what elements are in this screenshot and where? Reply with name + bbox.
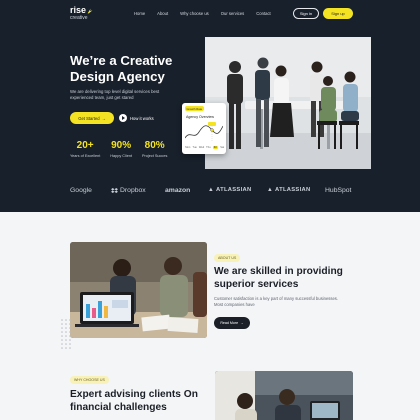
hero-section: rise creative Home About Why choose us O…: [0, 0, 420, 212]
stat-label: Happy Client: [110, 154, 133, 158]
read-more-label: Read More: [220, 321, 239, 325]
brand-google: Google: [70, 187, 92, 194]
why-title: Expert advising clients On financial cha…: [70, 389, 198, 413]
sign-up-button[interactable]: Sign up: [323, 8, 353, 19]
arrow-right-icon: →: [240, 321, 244, 325]
brand-atlassian: ▲ ATLASSIAN: [208, 187, 252, 193]
brand-amazon: amazon: [165, 187, 190, 194]
decorative-dot-grid: [61, 319, 71, 349]
team-meeting-illustration: [205, 37, 371, 169]
sign-in-button[interactable]: Sign in: [293, 8, 319, 19]
agency-overview-card: Growth Rate Agency Overview Mon Tue Wed …: [182, 103, 226, 154]
logo-mark-icon: [87, 8, 93, 13]
play-icon: [119, 114, 127, 122]
about-photo: [70, 242, 207, 338]
how-it-works-label: How it works: [130, 115, 154, 121]
overview-sparkline-chart: [185, 122, 223, 142]
why-choose-us-badge: WHY CHOOSE US: [70, 376, 109, 384]
laptop-meeting-illustration: [70, 242, 207, 338]
brand-amazon-label: amazon: [165, 187, 191, 194]
day-tab[interactable]: Wed: [199, 146, 205, 149]
stat-value: 20+: [76, 140, 94, 151]
nav-our-services[interactable]: Our services: [221, 11, 245, 16]
brand-dropbox-label: Dropbox: [120, 187, 146, 194]
hero-subtitle: We are delivering top level digital serv…: [70, 89, 160, 101]
stat-happy-client: 90% Happy Client: [110, 140, 133, 159]
hero-stats: 20+ Years of Excellent 90% Happy Client …: [70, 140, 168, 159]
nav-home[interactable]: Home: [134, 11, 145, 16]
brand-dropbox: Dropbox: [111, 187, 146, 194]
hero-team-photo: [205, 37, 371, 169]
nav-about[interactable]: About: [157, 11, 168, 16]
read-more-button[interactable]: Read More →: [214, 317, 250, 329]
get-started-button[interactable]: Get Started →: [70, 112, 114, 124]
brand-google-label: Google: [70, 187, 92, 194]
stat-label: Project Succes: [142, 154, 168, 158]
overview-day-tabs: Mon Tue Wed Thu Fri Sat: [185, 146, 225, 149]
main-nav: Home About Why choose us Our services Co…: [134, 11, 271, 16]
stat-project-success: 80% Project Succes: [142, 140, 168, 159]
atlassian-icon: ▲: [267, 187, 274, 193]
day-tab[interactable]: Sat: [219, 146, 225, 149]
nav-contact[interactable]: Contact: [256, 11, 270, 16]
growth-rate-badge: Growth Rate: [185, 106, 204, 111]
overview-card-title: Agency Overview: [186, 115, 214, 119]
arrow-right-icon: →: [101, 115, 106, 121]
stat-value: 80%: [144, 140, 165, 151]
about-title: We are skilled in providing superior ser…: [214, 266, 343, 290]
atlassian-icon: ▲: [208, 187, 215, 193]
logo[interactable]: rise creative: [70, 6, 93, 21]
day-tab[interactable]: Tue: [192, 146, 198, 149]
brand-logos-row: Google Dropbox amazon ▲ ATLASSIAN ▲ ATLA…: [0, 187, 420, 201]
day-tab[interactable]: Mon: [185, 146, 191, 149]
about-us-badge: ABOUT US: [214, 254, 241, 262]
logo-tagline: creative: [70, 15, 88, 21]
stat-label: Years of Excellent: [70, 154, 101, 158]
logo-name: rise: [70, 5, 87, 15]
hero-title: We’re a Creative Design Agency: [70, 53, 173, 84]
brand-hubspot-label: HubSpot: [325, 187, 352, 194]
how-it-works-link[interactable]: How it works: [119, 112, 154, 124]
nav-why-choose-us[interactable]: Why choose us: [180, 11, 209, 16]
dropbox-icon: [111, 187, 118, 193]
get-started-label: Get Started: [78, 115, 100, 121]
stat-value: 90%: [111, 140, 132, 151]
team-desk-illustration: [215, 371, 353, 420]
day-tab-active[interactable]: Fri: [212, 146, 219, 149]
brand-hubspot: HubSpot: [325, 187, 351, 194]
stat-years: 20+ Years of Excellent: [70, 140, 101, 159]
day-tab[interactable]: Thu: [206, 146, 212, 149]
brand-atlassian-label: ATLASSIAN: [216, 187, 252, 193]
brand-atlassian-label: ATLASSIAN: [275, 187, 311, 193]
brand-atlassian-2: ▲ ATLASSIAN: [267, 187, 311, 193]
why-photo: [215, 371, 353, 420]
about-text: Customer satisfaction is a key part of m…: [214, 296, 339, 308]
